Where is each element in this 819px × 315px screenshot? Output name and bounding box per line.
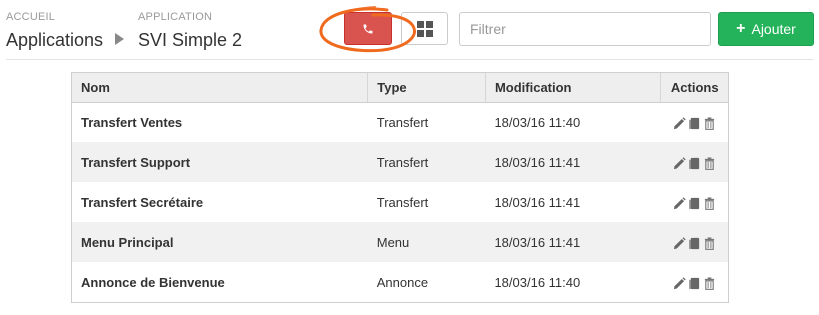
cell-actions — [661, 102, 728, 142]
pencil-icon[interactable] — [672, 234, 687, 249]
grid-view-button[interactable] — [401, 12, 448, 45]
cell-type: Annonce — [376, 274, 429, 290]
trash-icon[interactable] — [702, 115, 717, 130]
trash-icon[interactable] — [702, 154, 717, 170]
trash-icon[interactable] — [702, 274, 717, 290]
cell-name[interactable]: Transfert Secrétaire — [72, 182, 368, 222]
column-header-name[interactable]: Nom — [72, 73, 368, 103]
table-row[interactable]: Transfert Secrétaire Transfert 18/03/16 11… — [72, 182, 728, 222]
copy-icon[interactable] — [687, 274, 702, 289]
cell-name[interactable]: Transfert Support — [72, 142, 368, 182]
cell-actions — [660, 142, 728, 182]
cell-name[interactable]: Menu Principal — [72, 222, 368, 262]
copy-icon[interactable] — [687, 234, 702, 249]
table-row[interactable]: Annonce de Bienvenue Annonce 18/03/16 11:4… — [72, 262, 728, 302]
copy-icon[interactable] — [687, 115, 702, 130]
cell-actions — [661, 262, 728, 302]
cell-type: Menu — [367, 222, 486, 262]
cell-modification: 18/03/16 11:40 — [494, 114, 581, 130]
pencil-icon[interactable] — [672, 194, 687, 209]
column-header-type[interactable]: Type — [367, 73, 486, 103]
add-button-label: Ajouter — [751, 21, 796, 37]
table-row[interactable]: Menu Principal Menu 18/03/16 11:41 — [72, 222, 728, 262]
breadcrumb-root-link[interactable]: Applications — [6, 30, 103, 51]
cell-type: Transfert — [367, 142, 486, 182]
cell-type: Transfert — [376, 194, 429, 210]
cell-type: Transfert — [376, 114, 429, 130]
copy-icon[interactable] — [687, 194, 702, 209]
pencil-icon[interactable] — [672, 274, 687, 289]
table-row[interactable]: Transfert Ventes Transfert 18/03/16 11:40 — [72, 102, 728, 142]
filter-input[interactable] — [459, 12, 711, 46]
page-title: SVI Simple 2 — [138, 30, 243, 50]
trash-icon[interactable] — [702, 234, 717, 250]
copy-icon[interactable] — [687, 154, 702, 169]
column-header-actions: Actions — [660, 73, 728, 103]
breadcrumb-separator-icon — [115, 33, 124, 45]
add-button[interactable]: + Ajouter — [718, 12, 814, 46]
plus-icon: + — [736, 20, 746, 37]
cell-actions — [661, 182, 728, 222]
cell-actions — [660, 222, 728, 262]
breadcrumb-root-caption: ACCUEIL — [6, 11, 56, 23]
breadcrumb-app-caption: APPLICATION — [138, 11, 213, 23]
column-header-modification[interactable]: Modification — [484, 73, 661, 103]
trash-icon[interactable] — [702, 194, 717, 210]
grid-icon — [416, 20, 433, 37]
cell-modification: 18/03/16 11:41 — [485, 142, 661, 182]
cell-modification: 18/03/16 11:40 — [494, 274, 581, 290]
cell-modification: 18/03/16 11:41 — [494, 194, 581, 210]
header-divider — [6, 59, 813, 60]
cell-name[interactable]: Transfert Ventes — [72, 102, 368, 142]
applications-table: Nom Type Modification Actions Transfert … — [71, 72, 729, 303]
table-header-row: Nom Type Modification Actions — [72, 73, 728, 103]
pencil-icon[interactable] — [672, 115, 687, 130]
cell-name[interactable]: Annonce de Bienvenue — [72, 262, 368, 302]
table-row[interactable]: Transfert Support Transfert 18/03/16 11:41 — [72, 142, 728, 182]
cell-modification: 18/03/16 11:41 — [485, 222, 661, 262]
pencil-icon[interactable] — [672, 154, 687, 169]
phone-icon — [363, 24, 373, 33]
phone-view-button[interactable] — [344, 12, 392, 45]
